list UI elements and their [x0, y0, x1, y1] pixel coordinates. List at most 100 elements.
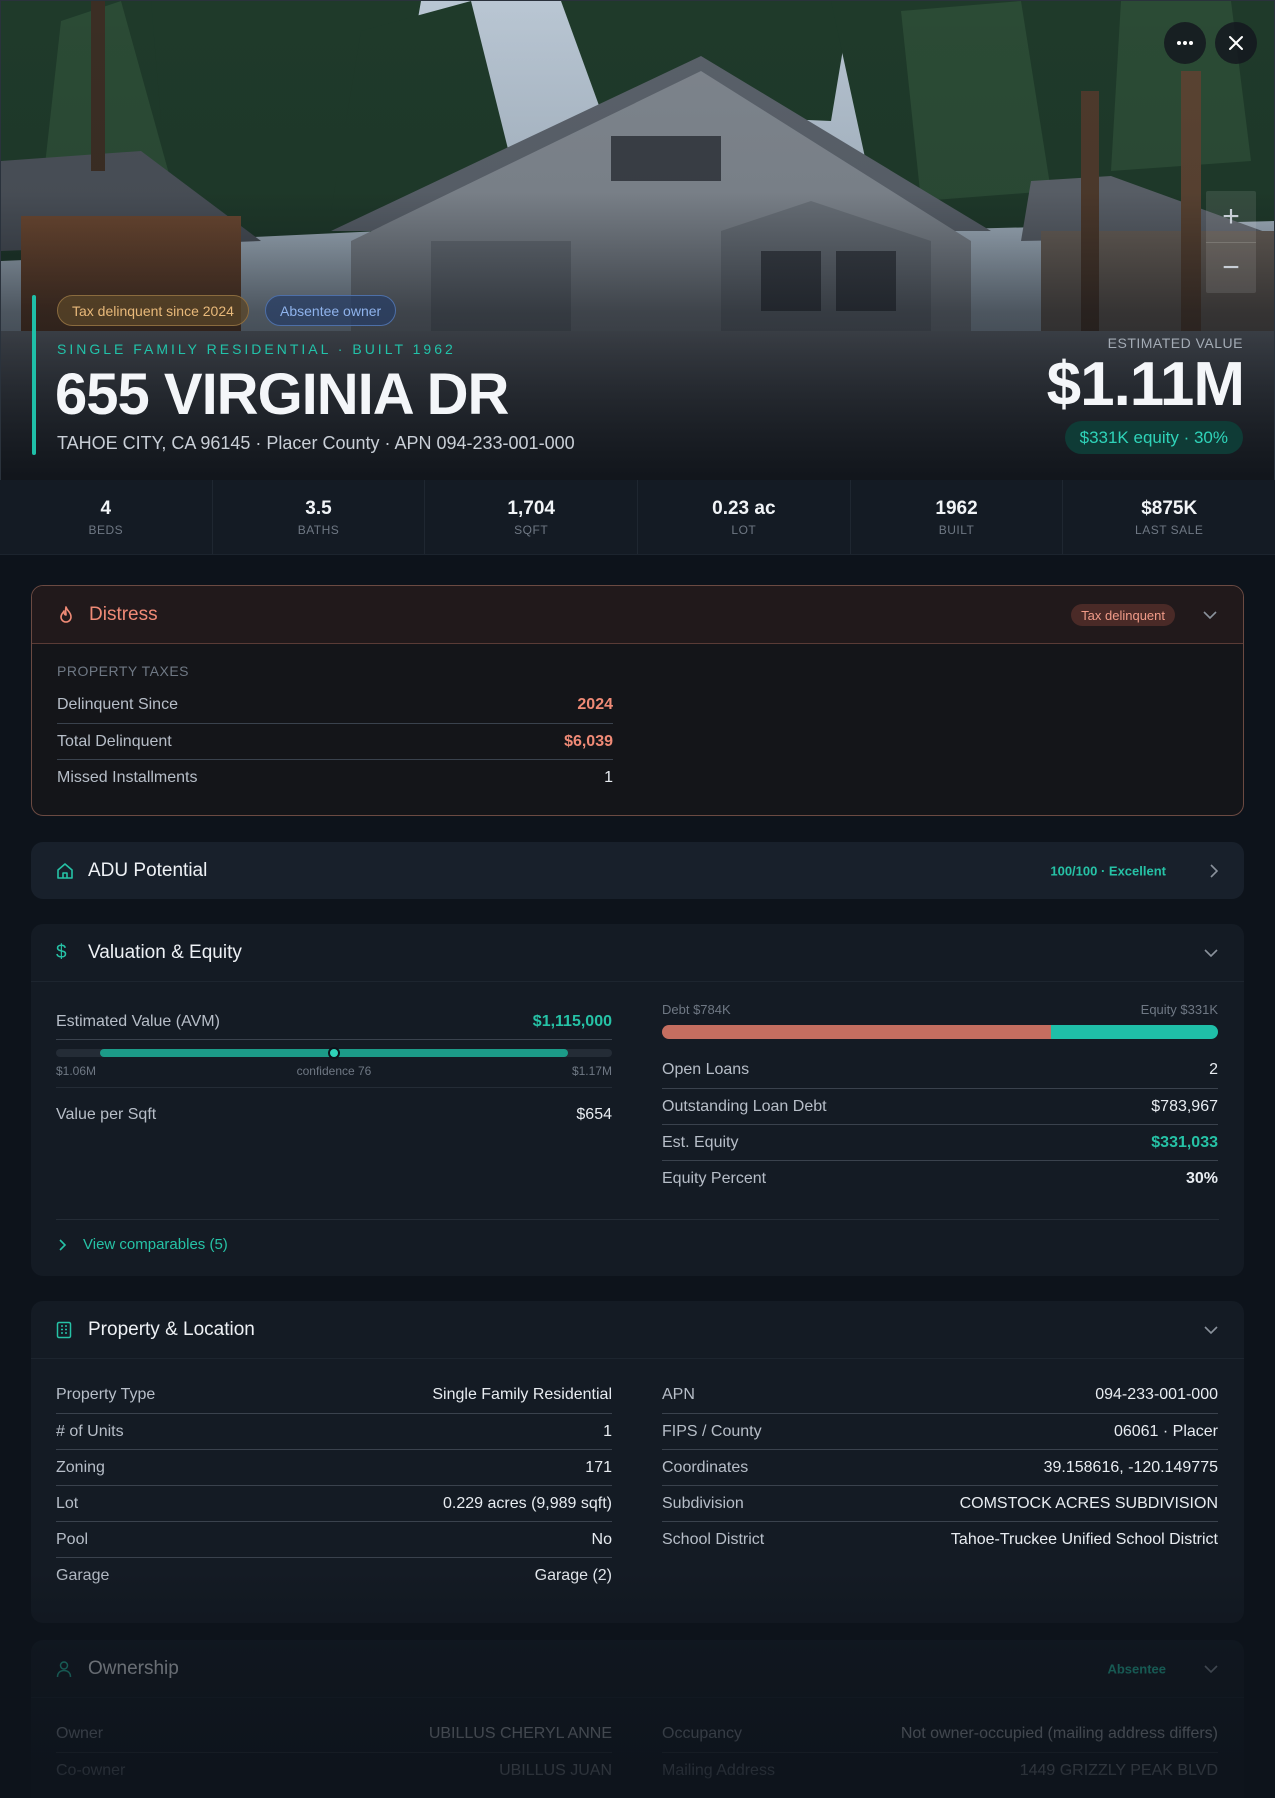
close-button[interactable]: [1215, 22, 1257, 64]
chevron-down-icon[interactable]: [1203, 610, 1217, 619]
row-label: Property Type: [56, 1386, 156, 1403]
absentee-owner-badge: Absentee owner: [265, 295, 397, 326]
row-value: 1: [603, 1422, 612, 1440]
stat-value: 1962: [935, 497, 978, 519]
row-value: $6,039: [564, 732, 613, 750]
avm-label: Estimated Value (AVM): [56, 1012, 220, 1030]
flame-icon: [57, 605, 77, 625]
row-value: 1449 GRIZZLY PEAK BLVD: [1019, 1761, 1218, 1779]
more-button[interactable]: [1164, 22, 1206, 64]
owner-row: Owner UBILLUS CHERYL ANNE: [56, 1716, 612, 1752]
zoom-out-button[interactable]: −: [1206, 242, 1256, 293]
stat-value: 0.23 ac: [712, 497, 776, 519]
distress-header[interactable]: Distress Tax delinquent: [32, 586, 1243, 644]
open-loans-row: Open Loans 2: [662, 1052, 1218, 1088]
avm-range-labels: $1.06M confidence 76 $1.17M: [56, 1064, 612, 1078]
row-label: Equity Percent: [662, 1169, 767, 1187]
stat-baths: 3.5 BATHS: [213, 480, 426, 554]
range-high-label: $1.17M: [571, 1064, 612, 1078]
valuation-header[interactable]: $ Valuation & Equity: [31, 924, 1244, 982]
location-header[interactable]: Property & Location: [31, 1301, 1244, 1359]
chevron-right-icon[interactable]: [1210, 863, 1218, 878]
valuation-equity-card: $ Valuation & Equity Estimated Value (AV…: [31, 924, 1244, 1276]
row-label: Est. Equity: [662, 1133, 739, 1151]
adu-header[interactable]: ADU Potential 100/100 · Excellent: [31, 842, 1244, 899]
confidence-label: confidence 76: [296, 1064, 372, 1078]
row-label: Garage: [56, 1566, 110, 1584]
chevron-right-icon: [59, 1238, 67, 1251]
range-low-label: $1.06M: [56, 1064, 97, 1078]
ownership-right-list: Occupancy Not owner-occupied (mailing add…: [662, 1716, 1218, 1788]
chevron-down-icon[interactable]: [1204, 948, 1218, 957]
row-label: School District: [662, 1530, 765, 1548]
outstanding-debt-row: Outstanding Loan Debt $783,967: [662, 1088, 1218, 1124]
pool-row: Pool No: [56, 1521, 612, 1557]
row-value: 2024: [577, 696, 613, 713]
debt-label: Debt $784K: [662, 1002, 731, 1017]
estimated-value: $1.11M: [1046, 350, 1245, 419]
adu-potential-card[interactable]: ADU Potential 100/100 · Excellent: [31, 842, 1244, 899]
property-hero: + − Tax delinquent since 2024 Absentee o…: [0, 0, 1275, 480]
row-value: 1: [604, 768, 613, 786]
row-value: $331,033: [1151, 1133, 1218, 1151]
location-left-list: Property Type Single Family Residential #…: [56, 1377, 612, 1593]
row-label: Co-owner: [56, 1761, 126, 1779]
equity-list: Open Loans 2 Outstanding Loan Debt $783,96…: [662, 1052, 1218, 1196]
row-label: Delinquent Since: [57, 696, 178, 713]
row-value: 2: [1209, 1061, 1218, 1078]
ownership-header[interactable]: Ownership Absentee: [31, 1640, 1244, 1698]
row-label: Owner: [56, 1725, 104, 1742]
debt-equity-bar: [662, 1025, 1218, 1039]
equity-percent-row: Equity Percent 30%: [662, 1160, 1218, 1196]
stat-lot: 0.23 ac LOT: [638, 480, 851, 554]
row-value: $654: [576, 1106, 612, 1123]
stat-value: 4: [100, 497, 112, 519]
property-subtitle: SINGLE FAMILY RESIDENTIAL · BUILT 1962: [57, 341, 456, 357]
property-type-row: Property Type Single Family Residential: [56, 1377, 612, 1413]
stat-beds: 4 BEDS: [0, 480, 213, 554]
subdivision-row: Subdivision COMSTOCK ACRES SUBDIVISION: [662, 1485, 1218, 1521]
ownership-card: Ownership Absentee Owner UBILLUS CHERYL A…: [31, 1640, 1244, 1798]
chevron-down-icon[interactable]: [1204, 1664, 1218, 1673]
avm-row: Estimated Value (AVM) $1,115,000: [56, 1004, 612, 1040]
row-label: FIPS / County: [662, 1422, 762, 1440]
row-label: Missed Installments: [57, 768, 198, 786]
row-value: 06061 · Placer: [1113, 1422, 1218, 1440]
row-value: Not owner-occupied (mailing address diff…: [900, 1725, 1218, 1742]
zoning-row: Zoning 171: [56, 1449, 612, 1485]
stat-value: $875K: [1141, 497, 1198, 519]
units-row: # of Units 1: [56, 1413, 612, 1449]
more-dots-icon: [1177, 41, 1193, 45]
delinquent-since-row: Delinquent Since 2024: [57, 687, 613, 723]
chevron-down-icon[interactable]: [1204, 1325, 1218, 1334]
stat-label: BUILT: [938, 522, 975, 537]
ownership-title: Ownership: [88, 1657, 179, 1679]
occupancy-row: Occupancy Not owner-occupied (mailing add…: [662, 1716, 1218, 1752]
row-label: Open Loans: [662, 1061, 750, 1078]
row-label: Pool: [56, 1530, 89, 1548]
location-title: Property & Location: [88, 1318, 255, 1340]
row-label: Coordinates: [662, 1458, 749, 1476]
row-label: APN: [662, 1386, 695, 1403]
stat-last-sale: $875K LAST SALE: [1063, 480, 1275, 554]
valuation-title: Valuation & Equity: [88, 941, 242, 963]
absentee-badge: Absentee: [1107, 1661, 1166, 1676]
row-label: Mailing Address: [662, 1761, 775, 1779]
distress-card: Distress Tax delinquent PROPERTY TAXES D…: [31, 585, 1244, 816]
tax-delinquent-badge: Tax delinquent since 2024: [57, 295, 249, 326]
row-label: Occupancy: [662, 1725, 743, 1742]
zoom-in-button[interactable]: +: [1206, 191, 1256, 242]
school-district-row: School District Tahoe-Truckee Unified Sch…: [662, 1521, 1218, 1557]
plus-icon: +: [1222, 199, 1240, 233]
row-value: 171: [585, 1458, 612, 1476]
row-label: Subdivision: [662, 1494, 744, 1512]
fips-county-row: FIPS / County 06061 · Placer: [662, 1413, 1218, 1449]
row-value: Garage (2): [534, 1566, 612, 1584]
row-value: 094-233-001-000: [1095, 1386, 1218, 1403]
ownership-left-list: Owner UBILLUS CHERYL ANNE Co-owner UBILLUS…: [56, 1716, 612, 1788]
dollar-icon: $: [56, 941, 67, 963]
view-comparables-label: View comparables (5): [83, 1236, 228, 1253]
map-zoom-control: + −: [1206, 191, 1256, 293]
property-taxes-label: PROPERTY TAXES: [57, 663, 190, 679]
view-comparables-link[interactable]: View comparables (5): [59, 1236, 228, 1253]
